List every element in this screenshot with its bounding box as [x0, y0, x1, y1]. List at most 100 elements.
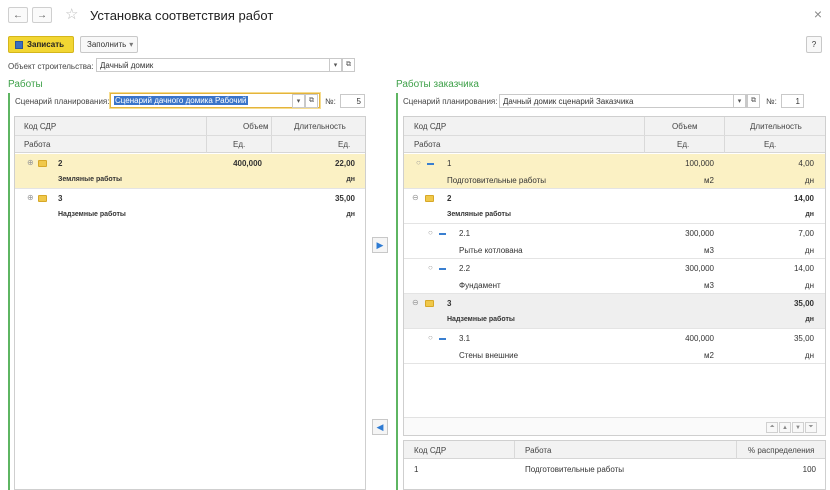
- right-scenario-dropdown[interactable]: ▾: [733, 94, 746, 108]
- row-duration: 35,00: [793, 299, 814, 308]
- object-dropdown-button[interactable]: ▾: [329, 58, 342, 72]
- col-percent-header[interactable]: % распределения: [748, 446, 814, 455]
- left-scenario-open[interactable]: ⧉: [305, 94, 318, 108]
- row-work: Подготовительные работы: [447, 176, 547, 185]
- row-code: 1: [447, 159, 452, 168]
- open-form-icon: ⧉: [751, 97, 756, 104]
- row-work: Земляные работы: [447, 211, 511, 218]
- col-work-header[interactable]: Работа: [525, 446, 551, 455]
- chevron-down-icon: ▾: [333, 62, 338, 69]
- save-button[interactable]: Записать: [8, 36, 74, 53]
- right-scenario-input[interactable]: Дачный домик сценарий Заказчика: [499, 94, 747, 108]
- folder-icon: [425, 195, 434, 202]
- row-percent: 100: [802, 465, 816, 474]
- item-dash-icon: [427, 163, 434, 165]
- fill-button[interactable]: Заполнить ▾: [80, 36, 138, 53]
- left-scenario-input[interactable]: Сценарий дачного домика Рабочий: [110, 93, 320, 108]
- row-work: Рытье котлована: [459, 246, 523, 255]
- right-num-input[interactable]: 1: [781, 94, 804, 108]
- right-num-label: №:: [766, 97, 777, 106]
- table-row[interactable]: ⊖ 2 14,00 Земляные работы дн: [404, 189, 825, 223]
- col-code-header[interactable]: Код СДР: [24, 122, 56, 131]
- object-open-button[interactable]: ⧉: [342, 58, 355, 72]
- right-works-table[interactable]: Код СДР Объем Длительность Работа Ед. Ед…: [403, 116, 826, 436]
- col-duration-header[interactable]: Длительность: [294, 122, 346, 131]
- table-row[interactable]: ○ 3.1 400,000 35,00 Стены внешние м2 дн: [404, 329, 825, 363]
- scroll-top-icon: ⏶: [769, 424, 775, 430]
- open-form-icon: ⧉: [346, 61, 351, 68]
- row-unit: м2: [704, 176, 714, 185]
- row-code: 2: [447, 194, 452, 203]
- row-work: Фундамент: [459, 281, 501, 290]
- left-scenario-value: Сценарий дачного домика Рабочий: [114, 96, 248, 105]
- row-duration: 35,00: [334, 194, 355, 203]
- distribution-table[interactable]: Код СДР Работа % распределения 1 Подгото…: [403, 440, 826, 490]
- scroll-top-button[interactable]: ⏶: [766, 422, 778, 433]
- help-icon: ?: [811, 40, 817, 49]
- window-title: Установка соответствия работ: [90, 8, 274, 23]
- expand-icon[interactable]: ⊕: [27, 193, 34, 202]
- col-code-header[interactable]: Код СДР: [414, 122, 446, 131]
- fill-button-label: Заполнить: [87, 40, 127, 49]
- row-unit2: дн: [804, 176, 814, 185]
- left-num-input[interactable]: 5: [340, 94, 365, 108]
- row-unit: м3: [704, 246, 714, 255]
- collapse-icon[interactable]: ⊖: [412, 298, 419, 307]
- table-row[interactable]: ⊖ 3 35,00 Надземные работы дн: [404, 294, 825, 328]
- left-section-title: Работы: [8, 79, 43, 90]
- row-code: 2.2: [459, 264, 471, 273]
- object-input[interactable]: Дачный домик: [96, 58, 340, 72]
- col-volume-header[interactable]: Объем: [243, 122, 269, 131]
- item-dash-icon: [439, 233, 446, 235]
- row-volume: 300,000: [685, 229, 714, 238]
- row-code: 1: [414, 465, 419, 474]
- table-row[interactable]: ⊕ 3 35,00 Надземные работы дн: [15, 189, 365, 223]
- left-scenario-label: Сценарий планирования:: [15, 97, 110, 106]
- scroll-bottom-button[interactable]: ⏷: [805, 422, 817, 433]
- favorite-star-icon[interactable]: ☆: [65, 5, 78, 23]
- col-duration-header[interactable]: Длительность: [750, 122, 802, 131]
- back-button[interactable]: ←: [8, 7, 28, 23]
- col-code-header[interactable]: Код СДР: [414, 446, 446, 455]
- row-unit2: дн: [346, 176, 355, 183]
- move-left-button[interactable]: ◀: [372, 419, 388, 435]
- row-code: 3: [58, 194, 63, 203]
- row-code: 2.1: [459, 229, 471, 238]
- collapse-icon[interactable]: ⊖: [412, 193, 419, 202]
- item-dash-icon: [439, 268, 446, 270]
- left-works-table[interactable]: Код СДР Объем Длительность Работа Ед. Ед…: [14, 116, 366, 490]
- scroll-down-button[interactable]: ▼: [792, 422, 804, 433]
- col-work-header[interactable]: Работа: [414, 140, 440, 149]
- row-work: Земляные работы: [58, 176, 122, 183]
- chevron-down-icon: ▾: [296, 98, 301, 105]
- forward-button[interactable]: →: [32, 7, 52, 23]
- row-volume: 400,000: [233, 159, 262, 168]
- table-row[interactable]: 1 Подготовительные работы 100: [404, 460, 825, 477]
- col-unit-header[interactable]: Ед.: [677, 140, 689, 149]
- arrow-left-icon: ◀: [376, 421, 384, 432]
- folder-icon: [38, 195, 47, 202]
- leaf-circle-icon: ○: [428, 263, 433, 272]
- col-unit-header[interactable]: Ед.: [233, 140, 245, 149]
- table-row[interactable]: ○ 2.2 300,000 14,00 Фундамент м3 дн: [404, 259, 825, 293]
- arrow-right-icon: ▶: [376, 239, 384, 250]
- col-unit2-header[interactable]: Ед.: [764, 140, 776, 149]
- scroll-up-button[interactable]: ▲: [779, 422, 791, 433]
- folder-icon: [425, 300, 434, 307]
- table-row[interactable]: ⊕ 2 400,000 22,00 Земляные работы дн: [15, 154, 365, 188]
- help-button[interactable]: ?: [806, 36, 822, 53]
- right-scenario-open[interactable]: ⧉: [747, 94, 760, 108]
- row-code: 2: [58, 159, 63, 168]
- col-unit2-header[interactable]: Ед.: [338, 140, 350, 149]
- col-work-header[interactable]: Работа: [24, 140, 50, 149]
- chevron-down-icon: ▾: [737, 98, 742, 105]
- move-right-button[interactable]: ▶: [372, 237, 388, 253]
- expand-icon[interactable]: ⊕: [27, 158, 34, 167]
- table-row[interactable]: ○ 1 100,000 4,00 Подготовительные работы…: [404, 154, 825, 188]
- table-row[interactable]: ○ 2.1 300,000 7,00 Рытье котлована м3 дн: [404, 224, 825, 258]
- left-scenario-dropdown[interactable]: ▾: [292, 94, 305, 108]
- close-icon[interactable]: ×: [814, 6, 822, 22]
- row-duration: 35,00: [793, 334, 814, 343]
- scroll-bottom-icon: ⏷: [808, 424, 814, 430]
- col-volume-header[interactable]: Объем: [672, 122, 698, 131]
